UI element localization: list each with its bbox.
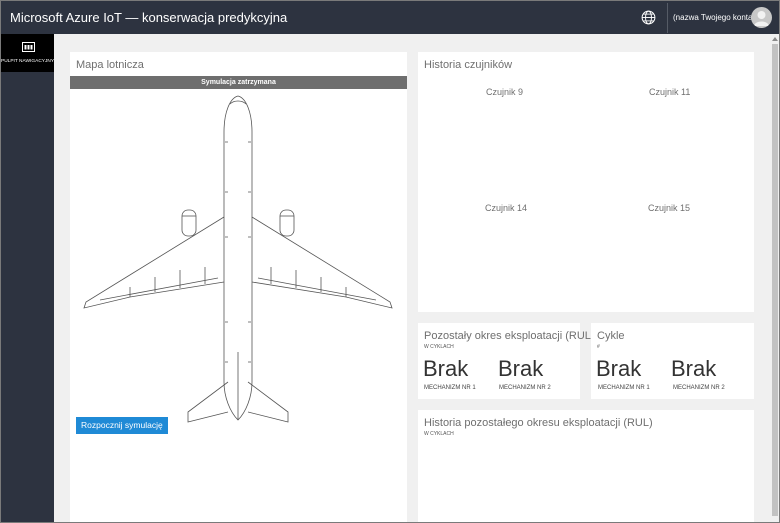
sensor-chart-label: Czujnik 15 — [648, 203, 691, 213]
engine-2-label: MECHANIZM NR 2 — [499, 385, 551, 391]
engine-1-label: MECHANIZM NR 1 — [424, 385, 476, 391]
panel-title: Historia pozostałego okresu eksploatacji… — [424, 417, 653, 429]
sidebar-item-label: PULPIT NAWIGACYJNY — [1, 59, 55, 64]
globe-icon[interactable] — [640, 9, 657, 26]
header-divider — [667, 3, 668, 33]
account-name[interactable]: (nazwa Twojego konta) — [673, 13, 755, 22]
cycles-panel: Cykle # Brak MECHANIZM NR 1 Brak MECHANI… — [591, 323, 754, 399]
user-avatar-icon[interactable] — [751, 7, 772, 28]
top-bar: Microsoft Azure IoT — konserwacja predyk… — [1, 1, 779, 34]
scroll-thumb[interactable] — [772, 44, 778, 516]
start-simulation-button[interactable]: Rozpocznij symulację — [76, 417, 168, 434]
vertical-scrollbar[interactable] — [770, 34, 779, 522]
sensor-chart-label: Czujnik 14 — [485, 203, 528, 213]
panel-title: Mapa lotnicza — [76, 59, 144, 71]
panel-title: Cykle — [597, 330, 625, 342]
flight-map-panel: Mapa lotnicza Symulacja zatrzymana Rozpo… — [70, 52, 407, 522]
engine-1-rul-value: Brak — [423, 356, 469, 381]
panel-subtitle: # — [597, 344, 600, 350]
dashboard-icon — [22, 42, 35, 52]
engine-2-label: MECHANIZM NR 2 — [673, 385, 725, 391]
engine-2-rul-value: Brak — [498, 356, 544, 381]
app-window: Microsoft Azure IoT — konserwacja predyk… — [0, 0, 780, 523]
simulation-status-bar: Symulacja zatrzymana — [70, 76, 407, 89]
panel-title: Pozostały okres eksploatacji (RUL) — [424, 330, 595, 342]
panel-subtitle: W CYKLACH — [424, 431, 454, 437]
app-title: Microsoft Azure IoT — konserwacja predyk… — [10, 10, 288, 25]
engine-2-cycles-value: Brak — [671, 356, 717, 381]
sidebar: PULPIT NAWIGACYJNY — [1, 34, 54, 522]
engine-1-cycles-value: Brak — [596, 356, 642, 381]
sensor-chart-label: Czujnik 11 — [649, 87, 691, 97]
sensor-chart-label: Czujnik 9 — [486, 87, 524, 97]
sidebar-item-dashboard[interactable]: PULPIT NAWIGACYJNY — [1, 34, 54, 72]
airplane-icon — [83, 95, 393, 423]
scroll-up-arrow-icon[interactable] — [772, 37, 778, 41]
panel-subtitle: W CYKLACH — [424, 344, 454, 350]
rul-panel: Pozostały okres eksploatacji (RUL) W CYK… — [418, 323, 595, 399]
rul-history-panel: Historia pozostałego okresu eksploatacji… — [418, 410, 754, 522]
engine-1-label: MECHANIZM NR 1 — [598, 385, 650, 391]
sensor-history-panel: Historia czujników Czujnik 9 Czujnik 11 … — [418, 52, 754, 312]
panel-title: Historia czujników — [424, 59, 513, 71]
